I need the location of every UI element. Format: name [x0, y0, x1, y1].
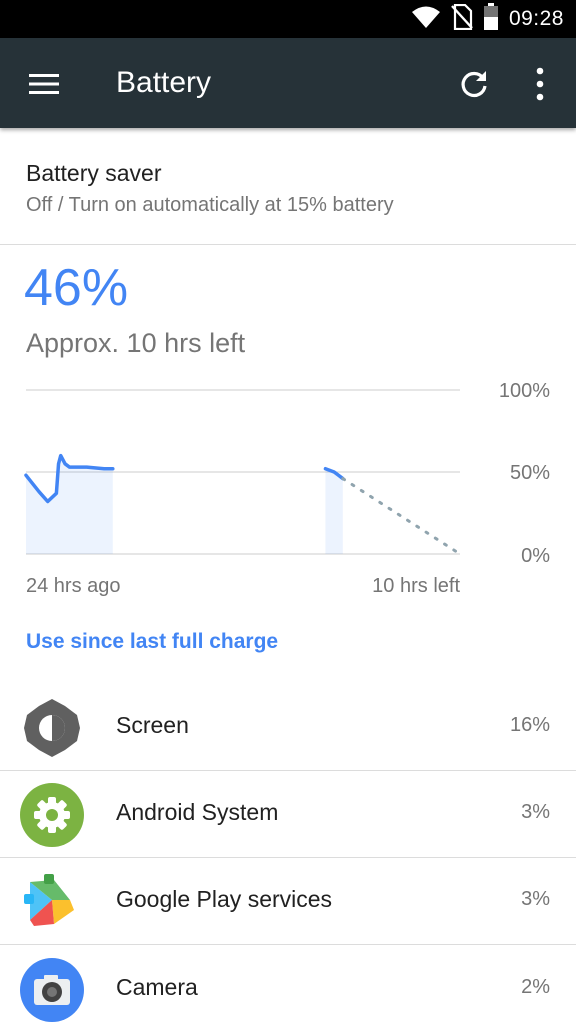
app-percent: 2%	[521, 976, 550, 998]
overflow-menu-icon[interactable]	[518, 62, 562, 106]
refresh-icon[interactable]	[452, 62, 496, 106]
battery-history-graph	[24, 389, 462, 556]
x-end-label: 10 hrs left	[372, 575, 460, 597]
y-tick-label: 0%	[521, 545, 550, 567]
app-name: Android System	[116, 799, 279, 825]
list-item-android-system[interactable]: Android System 3%	[0, 771, 576, 858]
no-sim-icon	[451, 3, 473, 35]
battery-icon	[483, 2, 499, 36]
google-play-services-icon	[20, 870, 84, 934]
list-item-camera[interactable]: Camera 2%	[0, 946, 576, 1024]
app-percent: 3%	[521, 888, 550, 910]
x-start-label: 24 hrs ago	[26, 575, 121, 597]
battery-saver-summary: Off / Turn on automatically at 15% batte…	[26, 194, 394, 216]
divider	[0, 244, 576, 245]
app-percent: 16%	[509, 714, 550, 736]
brightness-icon	[20, 696, 84, 760]
page-title: Battery	[116, 66, 212, 99]
camera-icon	[20, 958, 84, 1022]
y-tick-label: 100%	[498, 380, 550, 402]
divider	[0, 944, 576, 945]
list-item-screen[interactable]: Screen 16%	[0, 684, 576, 771]
use-since-last-full-charge-link[interactable]: Use since last full charge	[26, 630, 278, 654]
app-bar: Battery	[0, 38, 576, 128]
battery-area	[26, 455, 113, 554]
battery-history-chart[interactable]: 100% 50% 0% 24 hrs ago 10 hrs left	[0, 376, 576, 606]
app-name: Camera	[116, 974, 198, 1000]
battery-level: 46%	[24, 259, 129, 317]
wifi-icon	[411, 5, 441, 34]
status-time: 09:28	[508, 7, 564, 30]
android-system-gear-icon	[20, 783, 84, 847]
battery-saver-item[interactable]: Battery saver Off / Turn on automaticall…	[0, 128, 576, 245]
app-percent: 3%	[521, 801, 550, 823]
status-icons: 09:28	[411, 0, 564, 38]
status-bar: 09:28	[0, 0, 576, 38]
menu-icon[interactable]	[22, 62, 66, 106]
battery-area	[325, 468, 343, 554]
list-item-google-play-services[interactable]: Google Play services 3%	[0, 858, 576, 945]
battery-saver-title: Battery saver	[26, 160, 162, 186]
y-tick-label: 50%	[509, 462, 550, 484]
app-name: Google Play services	[116, 886, 333, 912]
app-name: Screen	[116, 712, 189, 738]
projection-line	[341, 477, 462, 556]
battery-time-left: Approx. 10 hrs left	[26, 328, 246, 358]
